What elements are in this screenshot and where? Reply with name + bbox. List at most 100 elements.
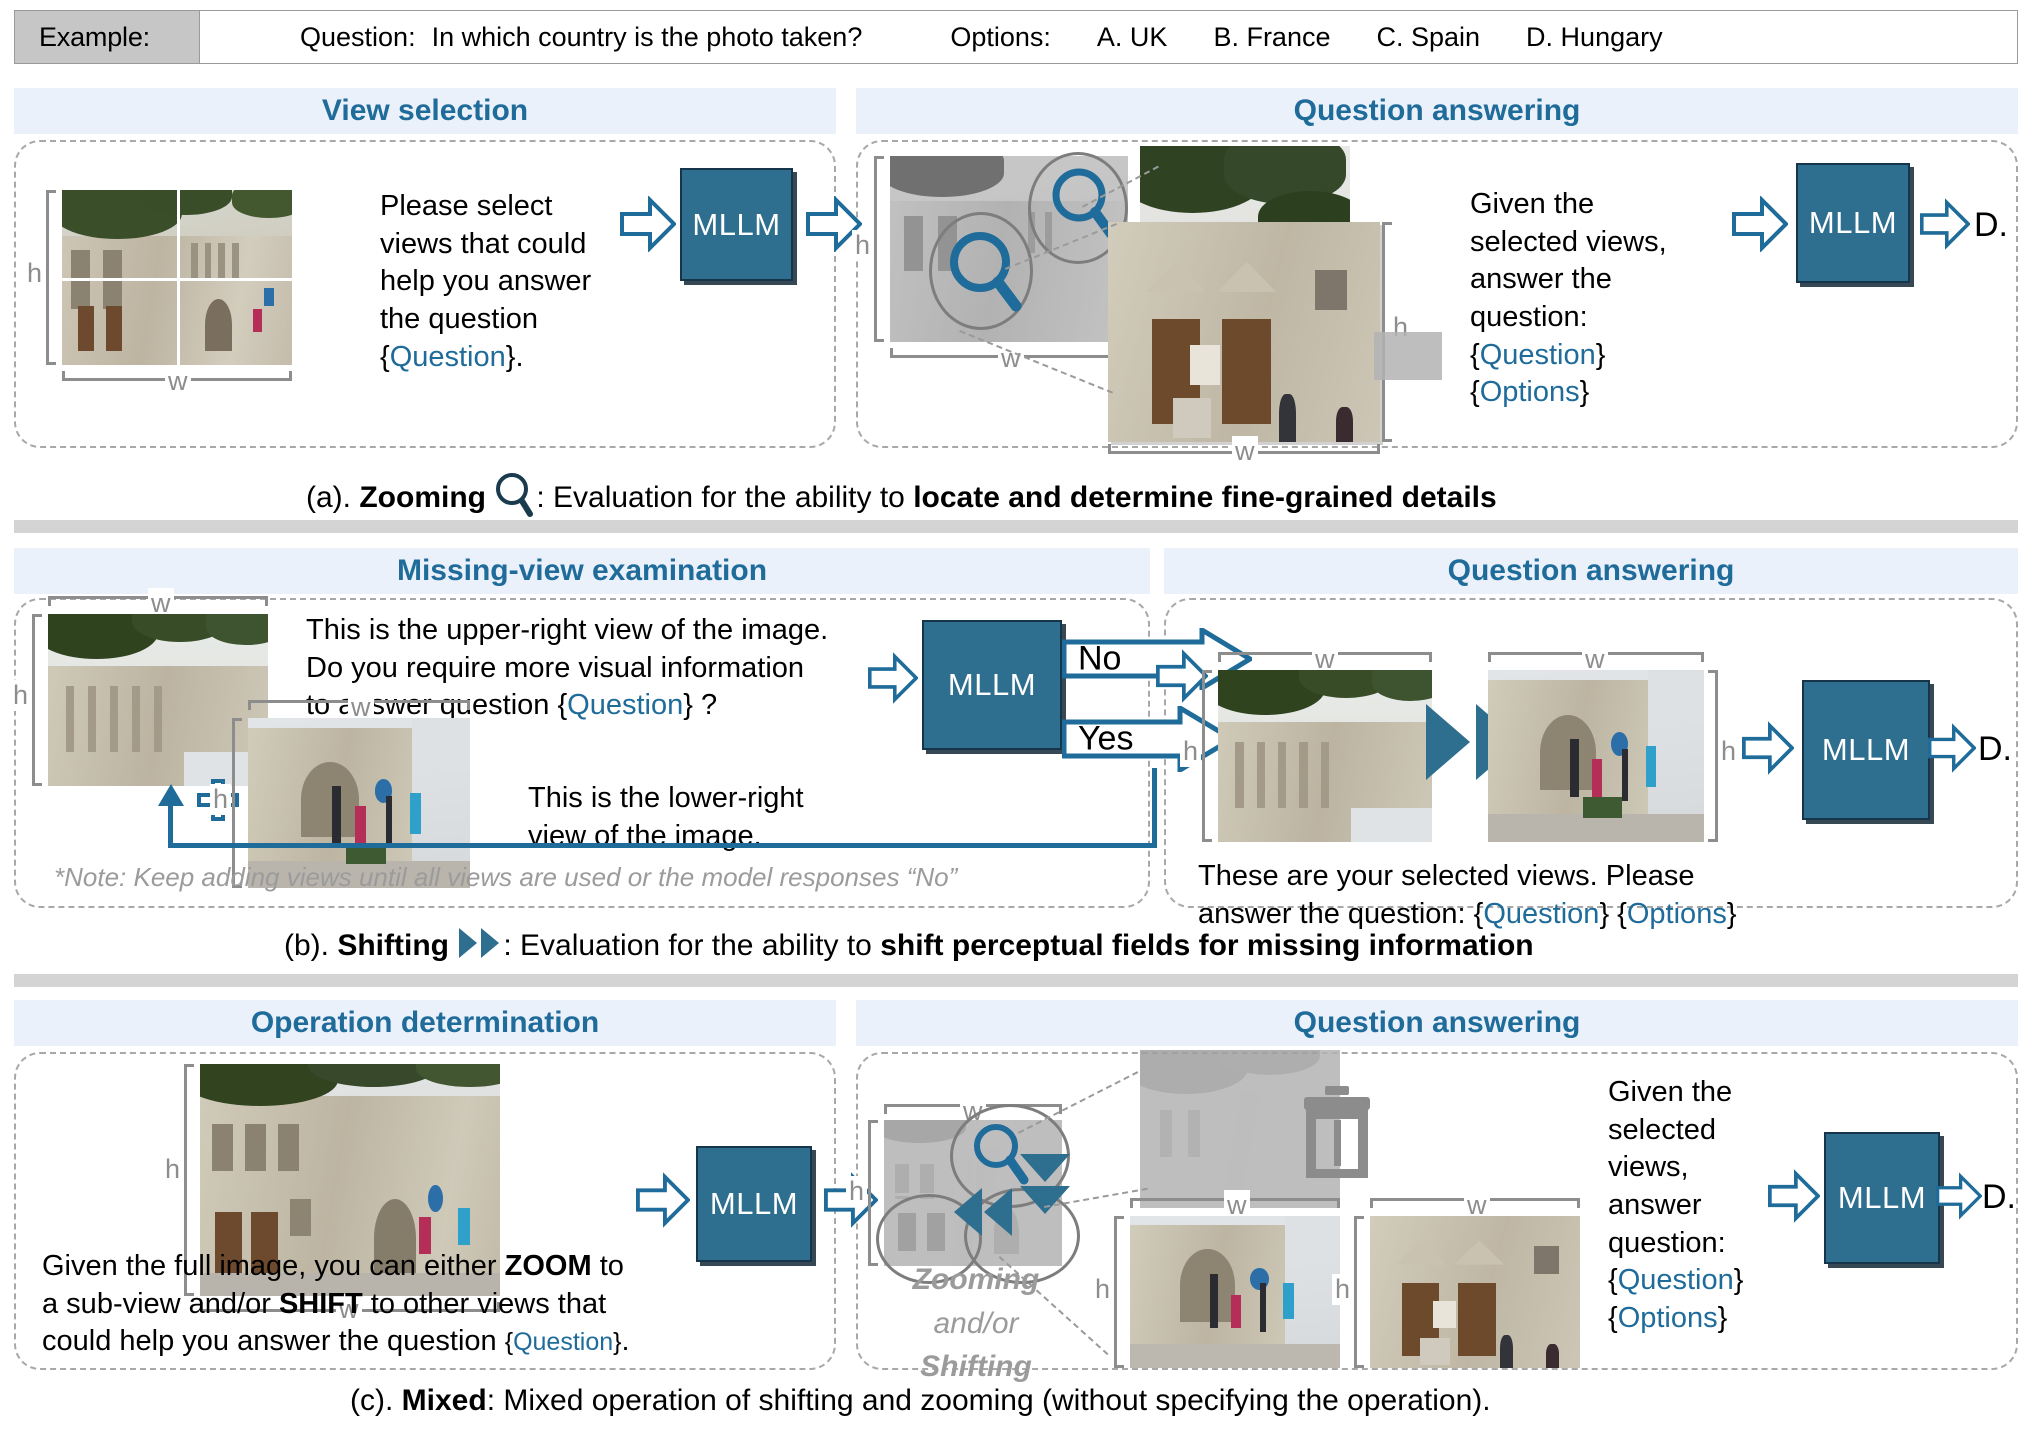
height-label-b2: h (210, 784, 232, 815)
mllm-label: MLLM (1821, 732, 1911, 767)
height-label-a1: h (24, 258, 46, 289)
example-header-row: Example: Question: In which country is t… (14, 10, 2018, 64)
prompt-line: views, (1608, 1151, 1689, 1184)
prompt-line: These are your selected views. Please (1198, 860, 1695, 892)
width-label-a1: w (165, 366, 191, 397)
prompt-placeholder-question: {Question} (1608, 1264, 1744, 1297)
mllm-box-b2: MLLM (1802, 680, 1930, 820)
caption-c-prefix: (c). (350, 1384, 402, 1417)
ops-line: Zooming (912, 1263, 1040, 1296)
prompt-line: a sub-view and/or SHIFT to other views t… (42, 1287, 607, 1320)
question-label: Question: (300, 21, 416, 52)
prompt-line: could help you answer the question {Ques… (42, 1325, 630, 1358)
caption-a: (a). Zooming : Evaluation for the abilit… (306, 472, 1497, 526)
mllm-label: MLLM (1808, 205, 1898, 240)
header-missing-view: Missing-view examination (14, 548, 1150, 594)
prompt-view-selection: Please select views that could help you … (380, 190, 592, 373)
image-zoom-result-main (1108, 222, 1380, 442)
prompt-placeholder-options: {Options} (1608, 1302, 1728, 1335)
option-c: C. Spain (1376, 21, 1481, 52)
magnifier-icon (948, 230, 1024, 319)
block-arrow-right-icon (1920, 196, 1970, 252)
height-bracket-c3 (1114, 1216, 1124, 1368)
height-label-c2: h (846, 1176, 868, 1207)
image-thumb-strip (1374, 332, 1442, 380)
caption-a-bold: Zooming (359, 481, 486, 514)
block-arrow-right-icon (1732, 196, 1788, 252)
caption-a-tail: locate and determine fine-grained detail… (913, 481, 1497, 514)
height-bracket-b4 (1708, 670, 1718, 842)
block-arrow-right-icon (1768, 1168, 1820, 1224)
note-shifting: *Note: Keep adding views until all views… (54, 862, 958, 892)
height-label-b4: h (1718, 736, 1740, 767)
header-view-selection-label: View selection (321, 94, 529, 127)
image-selected-view-2 (1488, 670, 1704, 842)
height-label-c1: h (162, 1154, 184, 1185)
section-divider-1 (14, 520, 2018, 533)
image-selected-view-c1 (1130, 1216, 1340, 1368)
mllm-label: MLLM (692, 206, 781, 242)
height-bracket-c4 (1354, 1216, 1364, 1368)
prompt-line: Given the full image, you can either ZOO… (42, 1250, 624, 1282)
ops-line: Shifting (920, 1350, 1032, 1383)
height-bracket-b3 (1202, 670, 1212, 842)
caption-b-tail: shift perceptual fields for missing info… (880, 929, 1534, 962)
grid-line-h (62, 277, 292, 281)
image-2x2-views (62, 190, 292, 365)
prompt-line: answer (1608, 1189, 1702, 1222)
image-selected-view-1 (1218, 670, 1432, 842)
example-content: Question: In which country is the photo … (200, 11, 2017, 63)
prompt-line: Given the (1608, 1076, 1733, 1108)
header-operation-determination: Operation determination (14, 1000, 836, 1046)
option-a: A. UK (1096, 21, 1168, 52)
ops-line: and/or (933, 1306, 1019, 1340)
magnifier-icon (494, 472, 536, 526)
example-label: Example: (15, 11, 200, 63)
prompt-line: the question (380, 303, 539, 336)
caption-b-prefix: (b). (284, 929, 338, 962)
mllm-label: MLLM (709, 1186, 799, 1221)
branch-yes-label: Yes (1078, 719, 1134, 758)
prompt-line: This is the lower-right (528, 782, 804, 814)
option-b: B. France (1213, 21, 1331, 52)
option-d: D. Hungary (1526, 21, 1663, 52)
trash-icon (1298, 1084, 1376, 1183)
caption-b: (b). Shifting : Evaluation for the abili… (284, 926, 1534, 968)
block-arrow-right-icon (620, 196, 676, 252)
block-arrow-right-icon (1936, 1168, 1982, 1224)
prompt-line: help you answer (380, 265, 592, 298)
feedback-arrowhead-icon (158, 784, 184, 811)
block-arrow-right-icon (1928, 720, 1976, 776)
height-label-a2: h (852, 230, 874, 261)
prompt-placeholder-question: {{Question}. (380, 340, 390, 373)
height-bracket-a1 (46, 190, 56, 365)
image-selected-view-c2 (1370, 1216, 1580, 1368)
height-label-c4: h (1332, 1274, 1354, 1305)
height-label-b3: h (1180, 736, 1202, 767)
height-label-c3: h (1092, 1274, 1114, 1305)
caption-c-mid: : Mixed operation of shifting and zoomin… (486, 1384, 1491, 1417)
header-qa-b: Question answering (1164, 548, 2018, 594)
mllm-box-c1: MLLM (696, 1146, 812, 1262)
prompt-qa-b: These are your selected views. Please an… (1198, 858, 1818, 933)
header-qa-c: Question answering (856, 1000, 2018, 1046)
header-qa-c-label: Question answering (1293, 1006, 1581, 1039)
caption-a-prefix: (a). (306, 481, 360, 514)
prompt-operation-determination: Given the full image, you can either ZOO… (42, 1248, 682, 1361)
caption-c-bold: Mixed (401, 1384, 487, 1417)
mllm-box-c2: MLLM (1824, 1132, 1940, 1264)
mllm-box-a2: MLLM (1796, 163, 1910, 283)
mllm-box-b1: MLLM (922, 620, 1062, 750)
prompt-line: Please select (380, 190, 553, 222)
feedback-line-h (168, 843, 1157, 848)
height-bracket-b1 (32, 614, 42, 786)
prompt-line: answer the (1470, 263, 1612, 296)
caption-b-mid: : Evaluation for the ability to (503, 929, 881, 962)
prompt-line: Given the (1470, 188, 1595, 220)
prompt-placeholder-question: {Question} (1470, 338, 1606, 371)
mllm-box-a1: MLLM (680, 168, 793, 281)
width-label-a3: w (1232, 436, 1258, 467)
header-qa-a: Question answering (856, 88, 2018, 134)
header-view-selection: View selection (14, 88, 836, 134)
double-triangle-left-icon (952, 1186, 1014, 1243)
